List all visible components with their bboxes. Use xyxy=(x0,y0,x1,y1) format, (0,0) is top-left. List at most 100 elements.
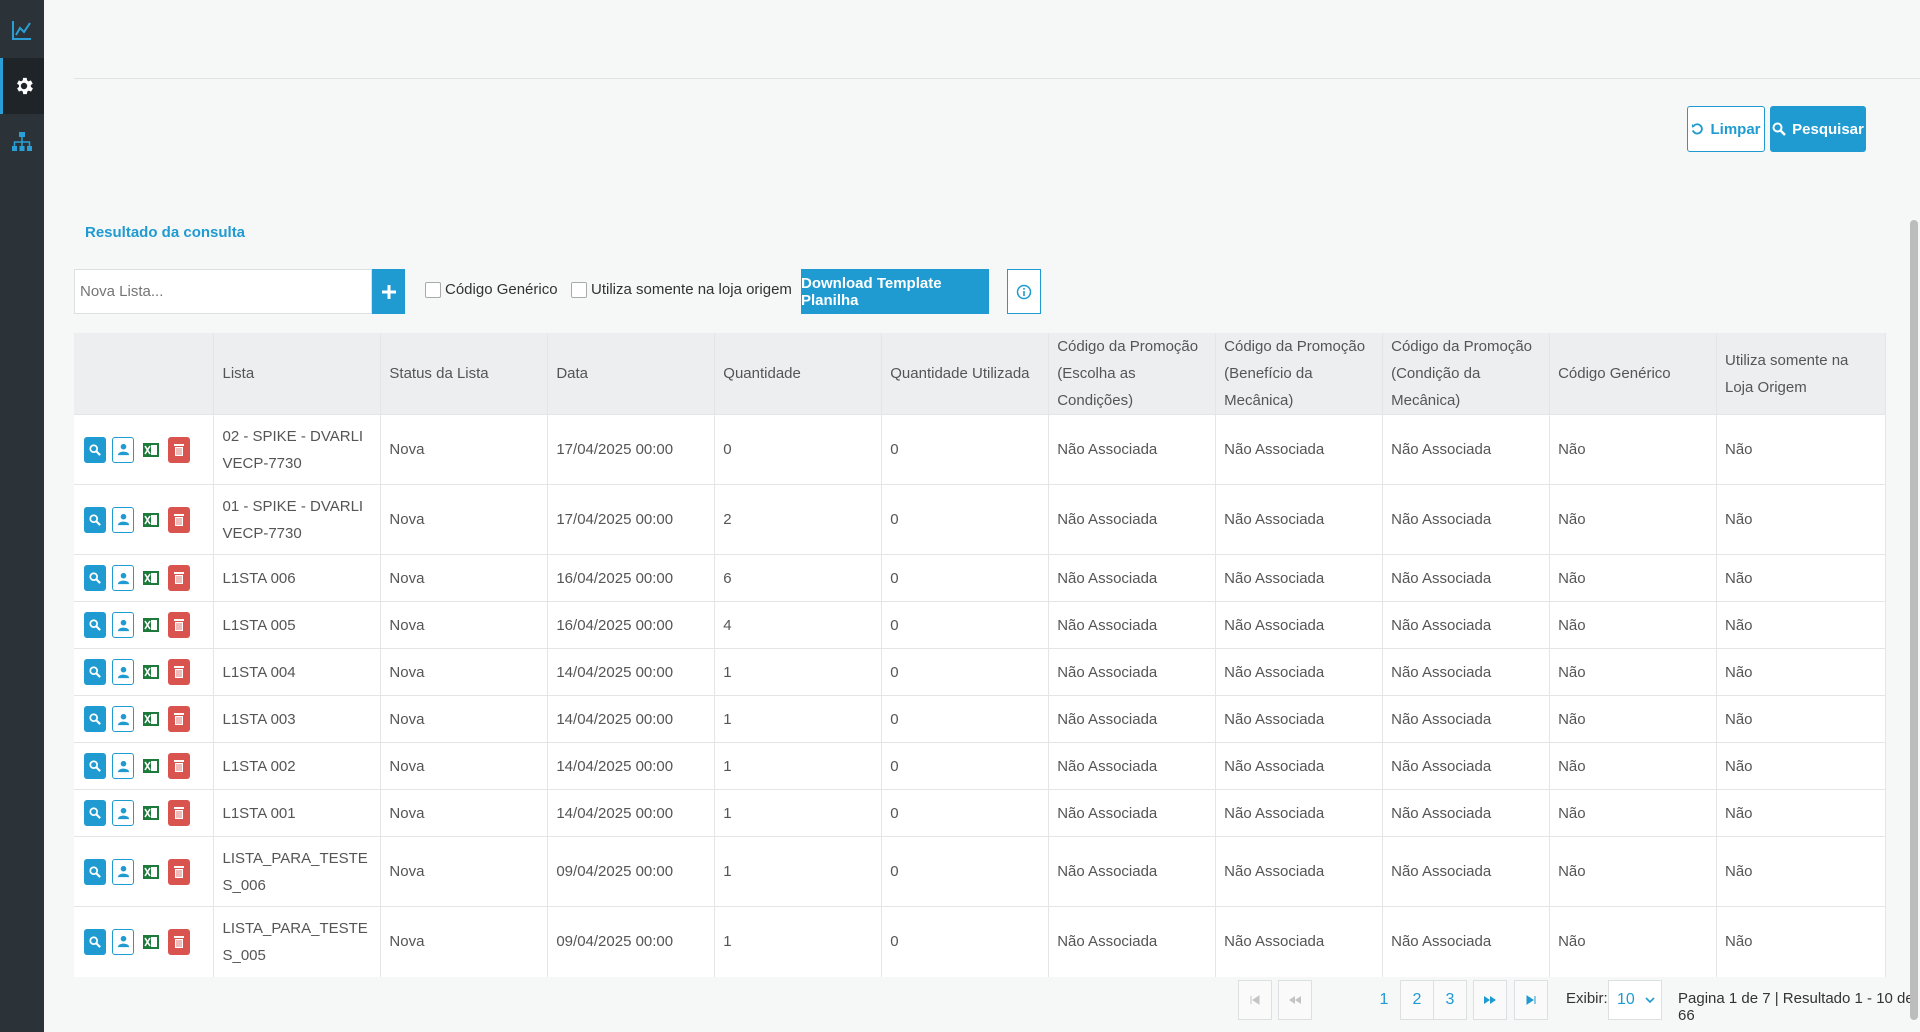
delete-list-button[interactable] xyxy=(168,612,190,638)
export-excel-button[interactable] xyxy=(140,659,162,685)
search-icon xyxy=(89,936,101,948)
assign-customer-button[interactable] xyxy=(112,858,134,885)
table-row: 02 - SPIKE - DVARLIVECP-7730 Nova 17/04/20… xyxy=(74,414,1886,485)
table-cell: Não Associada xyxy=(1382,836,1551,907)
table-cell: Não Associada xyxy=(1215,695,1384,743)
delete-list-button[interactable] xyxy=(168,928,190,955)
table-cell: Nova xyxy=(380,836,549,907)
trash-icon xyxy=(174,865,184,878)
search-button-label: Pesquisar xyxy=(1792,120,1864,138)
clear-button[interactable]: Limpar xyxy=(1687,106,1765,152)
export-excel-button[interactable] xyxy=(140,612,162,638)
delete-list-button[interactable] xyxy=(168,706,190,732)
assign-customer-button[interactable] xyxy=(112,928,134,955)
view-list-button[interactable] xyxy=(84,565,106,591)
sidebar-item-charts[interactable] xyxy=(0,2,44,58)
table-cell: 0 xyxy=(881,601,1050,649)
new-list-input[interactable] xyxy=(74,269,372,314)
generic-code-checkbox[interactable] xyxy=(425,281,441,298)
user-icon xyxy=(117,619,129,631)
table-cell: Não Associada xyxy=(1048,648,1217,696)
origin-store-checkbox-wrap[interactable]: Utiliza somente na loja origem xyxy=(571,281,792,298)
view-list-button[interactable] xyxy=(84,612,106,638)
delete-list-button[interactable] xyxy=(168,753,190,779)
export-excel-button[interactable] xyxy=(140,800,162,826)
last-page-icon xyxy=(1526,995,1536,1005)
view-list-button[interactable] xyxy=(84,706,106,732)
row-actions xyxy=(74,836,215,907)
view-list-button[interactable] xyxy=(84,506,106,533)
table-cell: 1 xyxy=(714,836,883,907)
first-page-button[interactable] xyxy=(1238,980,1272,1020)
trash-icon xyxy=(174,572,184,584)
view-list-button[interactable] xyxy=(84,659,106,685)
excel-icon xyxy=(143,442,159,457)
vertical-scrollbar[interactable] xyxy=(1910,220,1918,1020)
page-2-button[interactable]: 2 xyxy=(1400,980,1434,1020)
page-size-label: Exibir: xyxy=(1566,990,1608,1007)
page-1-button[interactable]: 1 xyxy=(1367,980,1401,1020)
assign-customer-button[interactable] xyxy=(112,436,134,463)
view-list-button[interactable] xyxy=(84,858,106,885)
table-cell: 1 xyxy=(714,789,883,837)
prev-page-button[interactable] xyxy=(1278,980,1312,1020)
export-excel-button[interactable] xyxy=(140,859,162,885)
delete-list-button[interactable] xyxy=(168,436,190,463)
column-header: Utiliza somente na Loja Origem xyxy=(1716,333,1886,415)
trash-icon xyxy=(174,619,184,631)
assign-customer-button[interactable] xyxy=(112,659,134,685)
delete-list-button[interactable] xyxy=(168,800,190,826)
assign-customer-button[interactable] xyxy=(112,753,134,779)
table-cell: Nova xyxy=(380,648,549,696)
delete-list-button[interactable] xyxy=(168,659,190,685)
assign-customer-button[interactable] xyxy=(112,506,134,533)
table-cell: 0 xyxy=(881,554,1050,602)
delete-list-button[interactable] xyxy=(168,565,190,591)
page-3-button[interactable]: 3 xyxy=(1433,980,1467,1020)
export-excel-button[interactable] xyxy=(140,929,162,955)
assign-customer-button[interactable] xyxy=(112,706,134,732)
generic-code-checkbox-wrap[interactable]: Código Genérico xyxy=(425,281,558,298)
next-page-button[interactable] xyxy=(1473,980,1507,1020)
assign-customer-button[interactable] xyxy=(112,612,134,638)
search-button[interactable]: Pesquisar xyxy=(1770,106,1866,152)
row-actions xyxy=(74,906,215,977)
page-size-select[interactable]: 10 xyxy=(1608,980,1662,1020)
origin-store-checkbox[interactable] xyxy=(571,281,587,298)
view-list-button[interactable] xyxy=(84,928,106,955)
info-button[interactable] xyxy=(1007,269,1041,314)
table-cell: Não Associada xyxy=(1382,601,1551,649)
delete-list-button[interactable] xyxy=(168,506,190,533)
export-excel-button[interactable] xyxy=(140,753,162,779)
assign-customer-button[interactable] xyxy=(112,565,134,591)
download-template-button[interactable]: Download Template Planilha xyxy=(801,269,989,314)
list-name-cell: LISTA_PARA_TESTES_006 xyxy=(213,836,382,907)
export-excel-button[interactable] xyxy=(140,565,162,591)
column-header: Código Genérico xyxy=(1549,333,1717,415)
add-list-button[interactable] xyxy=(372,269,405,314)
table-cell: 17/04/2025 00:00 xyxy=(547,484,716,555)
export-excel-button[interactable] xyxy=(140,706,162,732)
sidebar xyxy=(0,0,44,1032)
delete-list-button[interactable] xyxy=(168,858,190,885)
origin-store-label: Utiliza somente na loja origem xyxy=(591,281,792,298)
assign-customer-button[interactable] xyxy=(112,800,134,826)
info-icon xyxy=(1016,284,1032,299)
sidebar-item-settings[interactable] xyxy=(0,58,44,114)
list-name-cell: L1STA 006 xyxy=(213,554,382,602)
search-icon xyxy=(89,865,101,878)
table-cell: Nova xyxy=(380,742,549,790)
excel-icon xyxy=(143,512,159,527)
results-table: Lista Status da Lista Data Quantidade Quanti… xyxy=(74,333,1886,977)
table-cell: 0 xyxy=(881,648,1050,696)
sidebar-item-structure[interactable] xyxy=(0,114,44,170)
chart-icon xyxy=(12,21,31,40)
last-page-button[interactable] xyxy=(1514,980,1548,1020)
export-excel-button[interactable] xyxy=(140,507,162,533)
view-list-button[interactable] xyxy=(84,800,106,826)
view-list-button[interactable] xyxy=(84,436,106,463)
table-cell: Não Associada xyxy=(1382,484,1551,555)
view-list-button[interactable] xyxy=(84,753,106,779)
table-cell: Não xyxy=(1549,554,1717,602)
export-excel-button[interactable] xyxy=(140,437,162,463)
